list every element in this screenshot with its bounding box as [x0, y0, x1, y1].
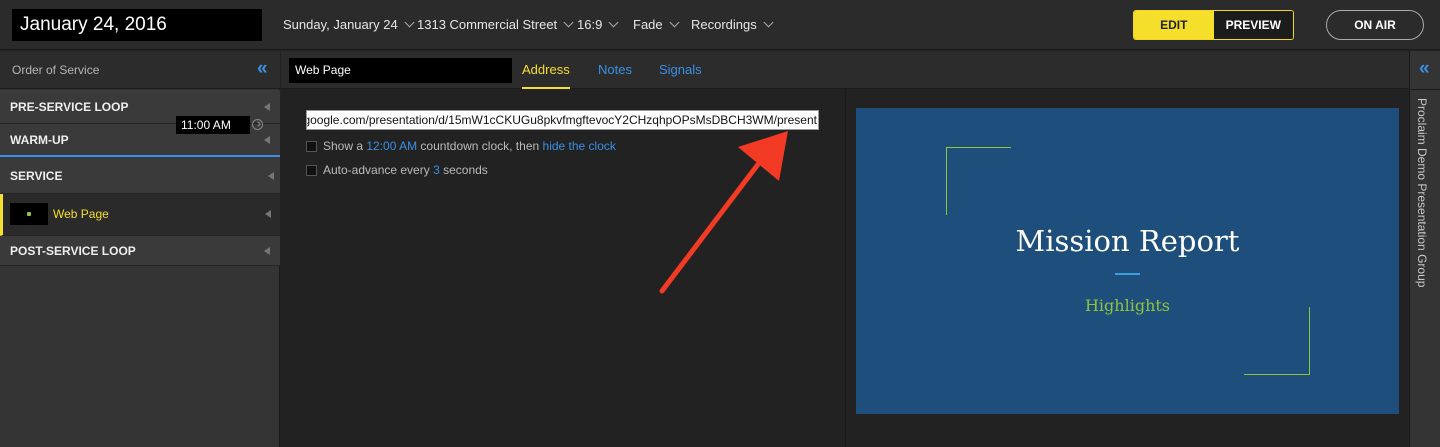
web-page-thumbnail [10, 203, 48, 225]
transition-label: Fade [633, 17, 663, 32]
rail-divider [1410, 89, 1440, 90]
chevron-down-icon [763, 17, 774, 28]
day-dropdown[interactable]: Sunday, January 24 [283, 0, 415, 50]
countdown-time-link[interactable]: 12:00 AM [366, 139, 417, 153]
annotation-arrow-head [738, 131, 788, 181]
tab-signals[interactable]: Signals [659, 51, 702, 89]
annotation-arrow-icon [659, 131, 788, 294]
auto-advance-text-1: Auto-advance every [323, 163, 430, 177]
tab-notes[interactable]: Notes [598, 51, 632, 89]
auto-advance-text-2: seconds [443, 163, 488, 177]
section-label: WARM-UP [10, 133, 69, 147]
expand-rail-icon[interactable]: « [1419, 51, 1430, 87]
auto-advance-checkbox[interactable] [306, 165, 317, 176]
slide-corner-decoration [1244, 307, 1310, 375]
recordings-dropdown[interactable]: Recordings [691, 0, 774, 50]
slide-title: Mission Report [1015, 224, 1240, 258]
location-dropdown[interactable]: 1313 Commercial Street [417, 0, 574, 50]
preview-button[interactable]: PREVIEW [1213, 11, 1293, 39]
countdown-option: Show a 12:00 AM countdown clock, then hi… [323, 139, 616, 153]
tab-address[interactable]: Address [522, 51, 570, 89]
collapse-arrow-icon[interactable] [268, 172, 274, 180]
chevron-down-icon [563, 17, 574, 28]
aspect-ratio-dropdown[interactable]: 16:9 [577, 0, 619, 50]
aspect-ratio-label: 16:9 [577, 17, 603, 32]
section-label: PRE-SERVICE LOOP [10, 100, 129, 114]
countdown-text-2: countdown clock, then [420, 139, 540, 153]
slide-corner-decoration [946, 147, 1011, 215]
panel-divider [845, 89, 846, 447]
edit-button[interactable]: EDIT [1134, 11, 1214, 39]
recordings-label: Recordings [691, 17, 757, 32]
chevron-down-icon [404, 17, 415, 28]
edit-preview-toggle: EDIT PREVIEW [1133, 10, 1294, 40]
collapse-arrow-icon[interactable] [264, 103, 270, 111]
item-name-input[interactable]: Web Page [289, 58, 512, 83]
on-air-button[interactable]: ON AIR [1326, 10, 1424, 40]
chevron-down-icon [669, 17, 680, 28]
collapse-arrow-icon[interactable] [265, 210, 271, 218]
section-label: POST-SERVICE LOOP [10, 244, 136, 258]
chevron-down-icon [608, 17, 619, 28]
section-service[interactable]: SERVICE [0, 157, 280, 194]
section-label: SERVICE [10, 169, 63, 183]
auto-advance-option: Auto-advance every 3 seconds [323, 163, 488, 177]
presentation-group-label[interactable]: Proclaim Demo Presentation Group [1415, 98, 1429, 287]
item-label: Web Page [53, 207, 109, 221]
thumbnail-dot-icon [27, 212, 31, 216]
service-date[interactable]: January 24, 2016 [12, 9, 262, 41]
transition-dropdown[interactable]: Fade [633, 0, 680, 50]
clock-icon[interactable] [252, 119, 263, 130]
hide-clock-link[interactable]: hide the clock [543, 139, 616, 153]
sidebar-title: Order of Service [12, 63, 100, 77]
slide-preview [856, 108, 1399, 414]
countdown-text-1: Show a [323, 139, 364, 153]
countdown-clock-checkbox[interactable] [306, 141, 317, 152]
list-item-web-page[interactable]: Web Page [0, 194, 280, 236]
collapse-arrow-icon[interactable] [264, 136, 270, 144]
annotation-arrow-shaft [659, 156, 765, 294]
collapse-arrow-icon[interactable] [264, 247, 270, 255]
slide-subtitle: Highlights [1084, 296, 1171, 315]
service-time-input[interactable]: 11:00 AM [176, 116, 250, 134]
day-dropdown-label: Sunday, January 24 [283, 17, 398, 32]
collapse-sidebar-icon[interactable]: « [257, 51, 268, 87]
slide-divider [1115, 273, 1140, 275]
section-post-service-loop[interactable]: POST-SERVICE LOOP [0, 236, 280, 266]
location-dropdown-label: 1313 Commercial Street [417, 17, 558, 32]
auto-advance-seconds-link[interactable]: 3 [433, 163, 440, 177]
